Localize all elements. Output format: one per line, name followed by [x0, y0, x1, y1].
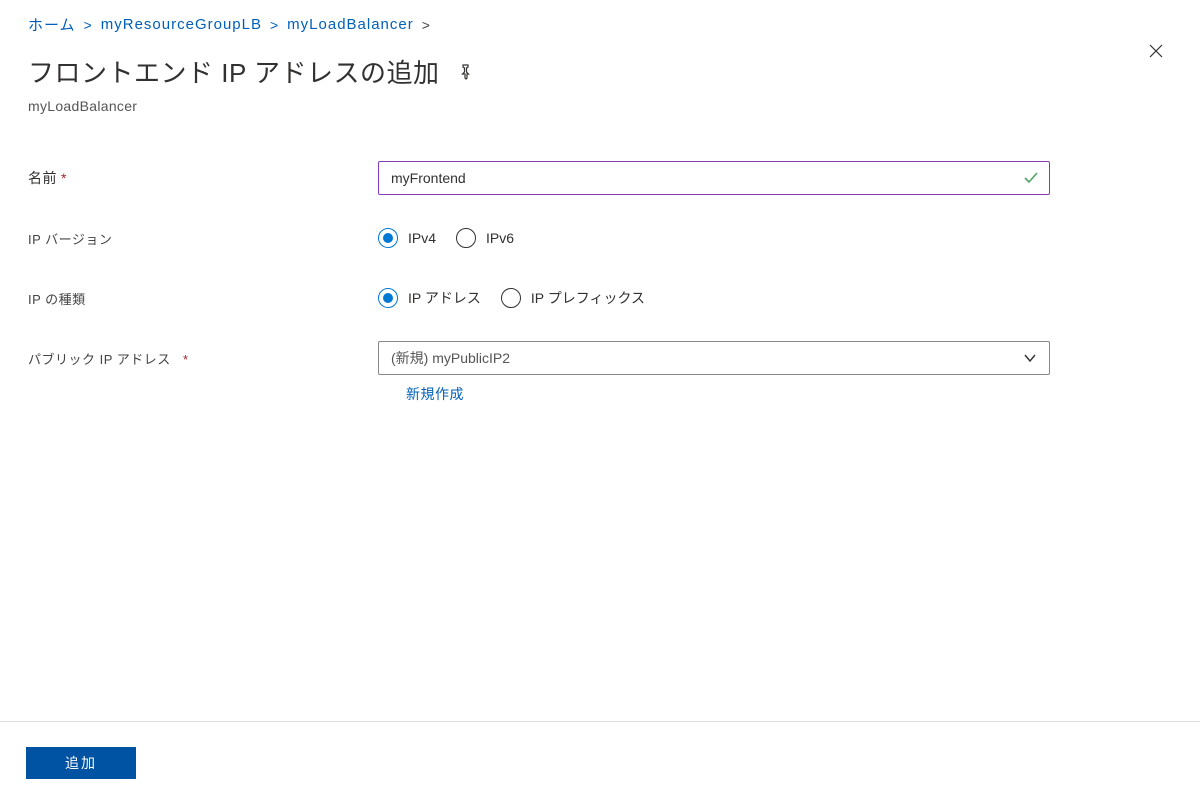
page-subtitle: myLoadBalancer — [0, 90, 1200, 114]
radio-ip-address[interactable]: IP アドレス — [378, 288, 481, 308]
ip-type-label: IP の種類 — [28, 289, 378, 308]
ip-type-radiogroup: IP アドレス IP プレフィックス — [378, 288, 645, 308]
breadcrumb-separator-icon: > — [422, 17, 431, 33]
public-ip-selected-value: (新規) myPublicIP2 — [391, 348, 510, 368]
radio-ipv4[interactable]: IPv4 — [378, 228, 436, 248]
radio-ip-address-label: IP アドレス — [408, 288, 481, 308]
chevron-down-icon — [1021, 349, 1039, 367]
radio-ip-prefix-label: IP プレフィックス — [531, 288, 645, 308]
form-row-ip-type: IP の種類 IP アドレス IP プレフィックス — [28, 278, 1200, 318]
radio-ipv4-label: IPv4 — [408, 230, 436, 246]
pin-icon[interactable] — [456, 63, 474, 81]
name-input[interactable] — [378, 161, 1050, 195]
add-button[interactable]: 追加 — [26, 747, 136, 779]
public-ip-label: パブリック IP アドレス * — [28, 349, 378, 368]
public-ip-dropdown[interactable]: (新規) myPublicIP2 — [378, 341, 1050, 375]
ip-version-label: IP バージョン — [28, 229, 378, 248]
title-row: フロントエンド IP アドレスの追加 — [0, 35, 1200, 90]
ip-version-radiogroup: IPv4 IPv6 — [378, 228, 514, 248]
breadcrumb: ホーム > myResourceGroupLB > myLoadBalancer… — [0, 0, 1200, 35]
radio-icon — [456, 228, 476, 248]
form-row-ip-version: IP バージョン IPv4 IPv6 — [28, 218, 1200, 258]
form-row-name: 名前* — [28, 158, 1200, 198]
close-icon[interactable] — [1144, 39, 1168, 63]
name-label: 名前* — [28, 168, 378, 188]
radio-ip-prefix[interactable]: IP プレフィックス — [501, 288, 645, 308]
create-new-link[interactable]: 新規作成 — [406, 386, 464, 402]
create-new-link-row: 新規作成 — [406, 384, 1200, 404]
breadcrumb-home[interactable]: ホーム — [28, 14, 76, 35]
breadcrumb-separator-icon: > — [84, 17, 93, 33]
checkmark-icon — [1022, 169, 1040, 187]
footer-separator — [0, 721, 1200, 722]
radio-ipv6[interactable]: IPv6 — [456, 228, 514, 248]
form: 名前* IP バージョン — [0, 114, 1200, 404]
form-row-public-ip: パブリック IP アドレス * (新規) myPublicIP2 — [28, 338, 1200, 378]
page-title: フロントエンド IP アドレスの追加 — [28, 53, 440, 90]
radio-ipv6-label: IPv6 — [486, 230, 514, 246]
breadcrumb-load-balancer[interactable]: myLoadBalancer — [287, 16, 414, 33]
radio-icon — [501, 288, 521, 308]
radio-icon — [378, 288, 398, 308]
radio-icon — [378, 228, 398, 248]
breadcrumb-resource-group[interactable]: myResourceGroupLB — [101, 16, 262, 33]
breadcrumb-separator-icon: > — [270, 17, 279, 33]
footer: 追加 — [26, 747, 136, 779]
